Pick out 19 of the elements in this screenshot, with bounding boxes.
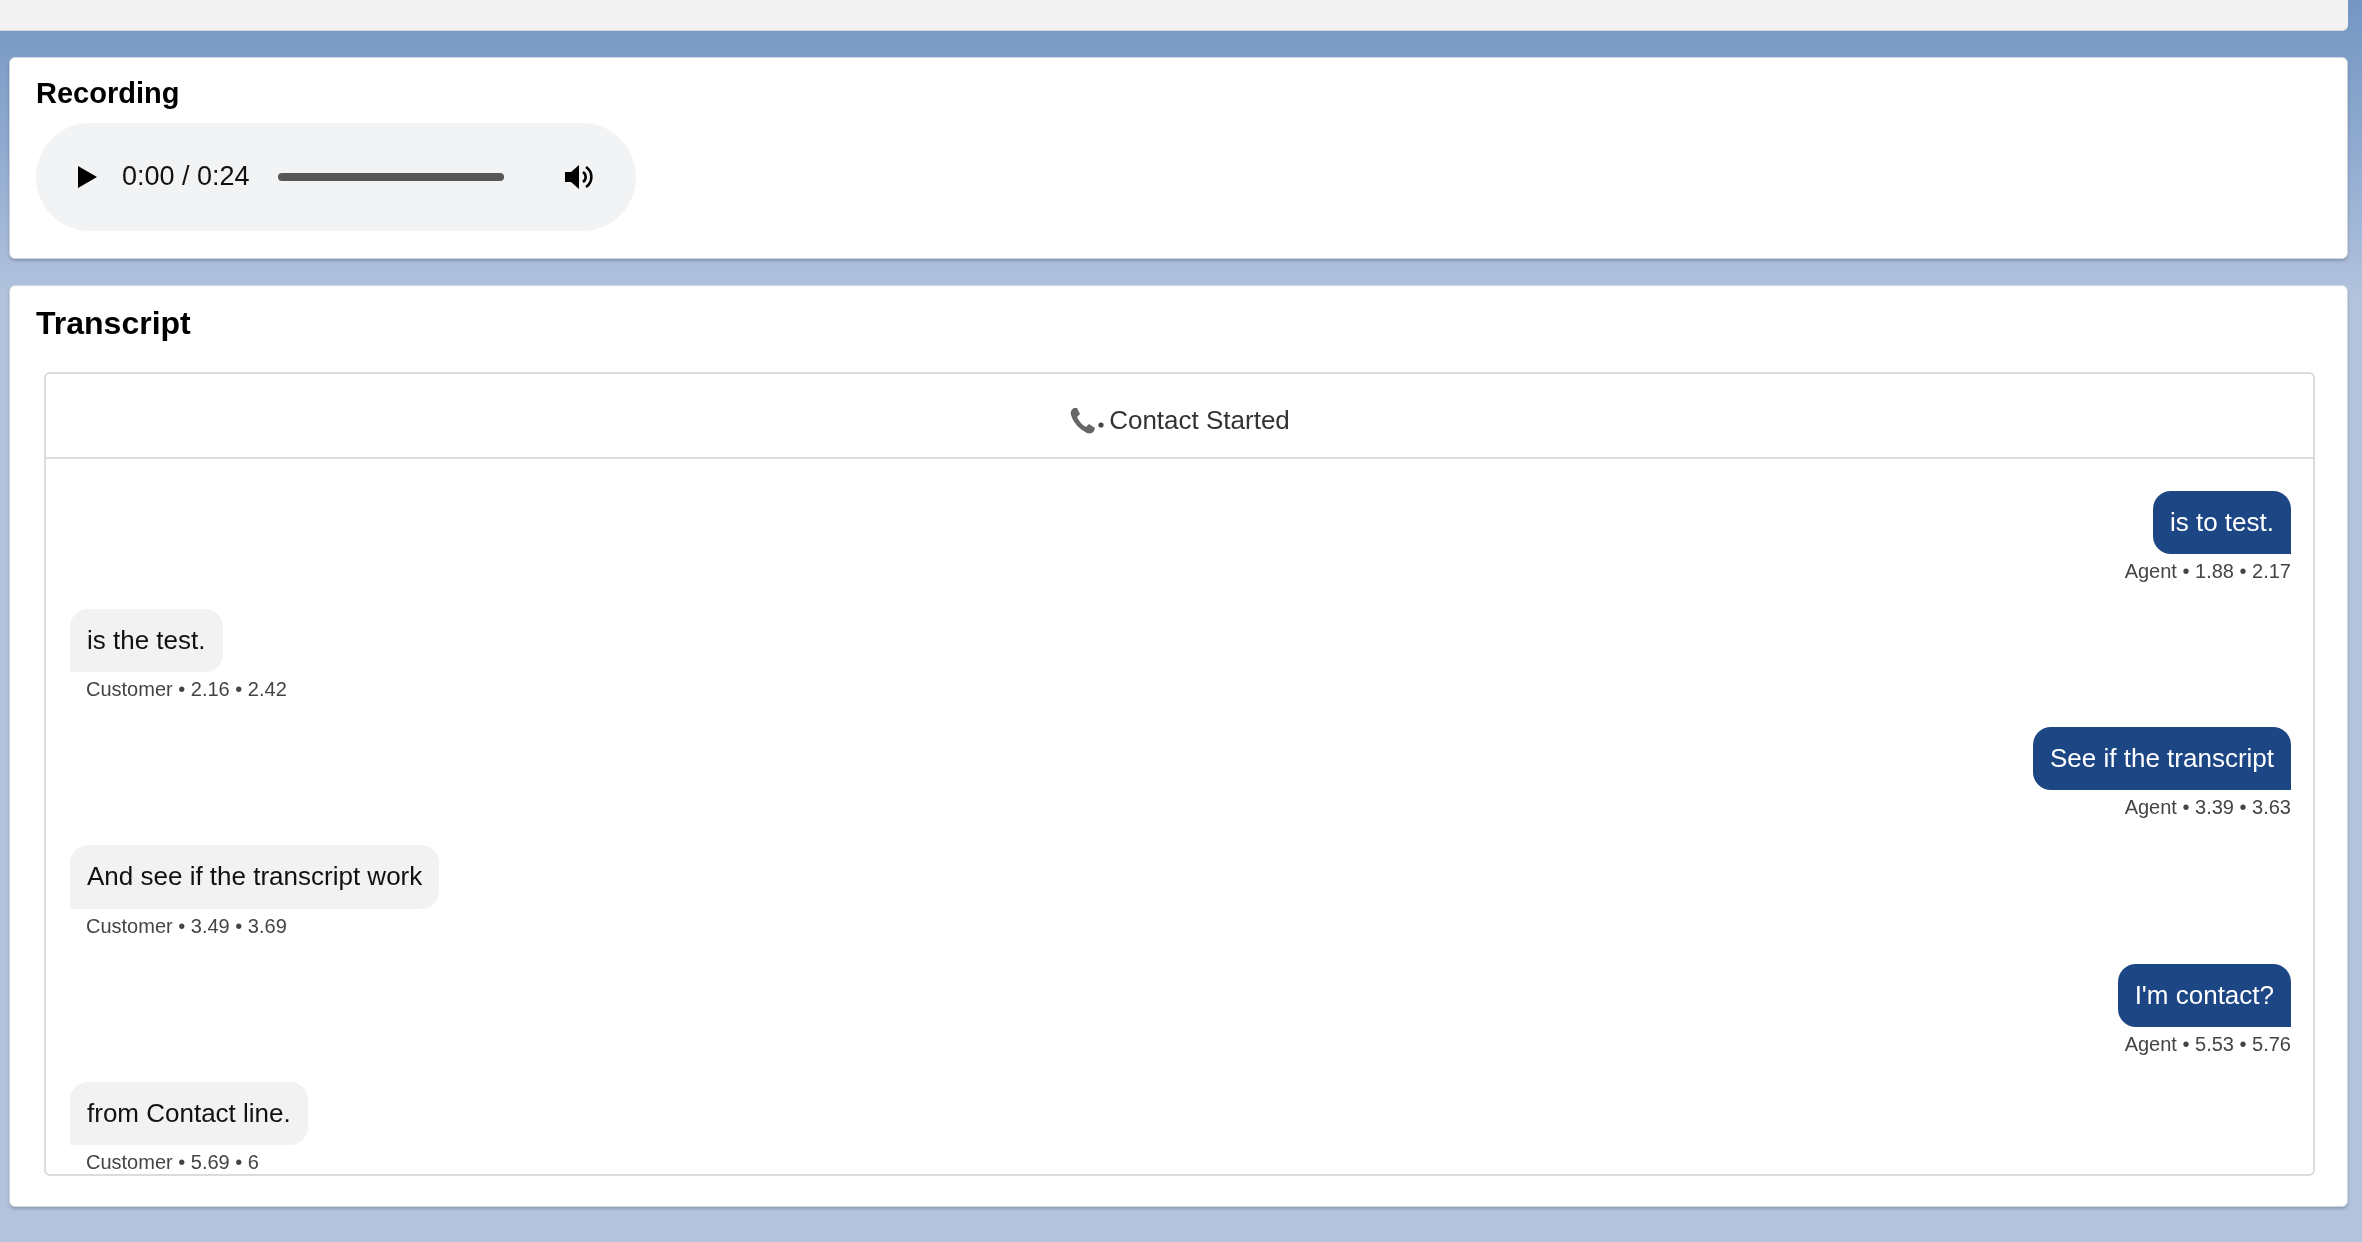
- message-bubble: from Contact line.: [70, 1081, 308, 1145]
- message-meta: Agent • 5.53 • 5.76: [2124, 1032, 2291, 1056]
- play-icon: [76, 164, 98, 189]
- time-display: 0:00 / 0:24: [122, 161, 250, 193]
- message-meta: Agent • 3.39 • 3.63: [2124, 796, 2291, 820]
- section-title: Transcript: [36, 304, 192, 343]
- message-meta: Customer • 3.49 • 3.69: [85, 914, 287, 938]
- message-bubble: See if the transcript: [2033, 727, 2291, 791]
- event-label: Contact Started: [1109, 405, 1290, 437]
- progress-track[interactable]: [277, 172, 504, 181]
- section-title: Recording: [36, 76, 181, 111]
- message-meta: Customer • 2.16 • 2.42: [85, 678, 287, 702]
- phone-icon: [1069, 405, 1106, 436]
- message-bubble: I'm contact?: [2117, 963, 2291, 1027]
- message-bubble: is the test.: [70, 609, 223, 673]
- message-bubble: And see if the transcript work: [70, 845, 440, 909]
- message-meta: Customer • 5.69 • 6: [85, 1151, 259, 1174]
- message-bubble: is to test.: [2152, 490, 2291, 555]
- message-meta: Agent • 1.88 • 2.17: [2124, 560, 2291, 584]
